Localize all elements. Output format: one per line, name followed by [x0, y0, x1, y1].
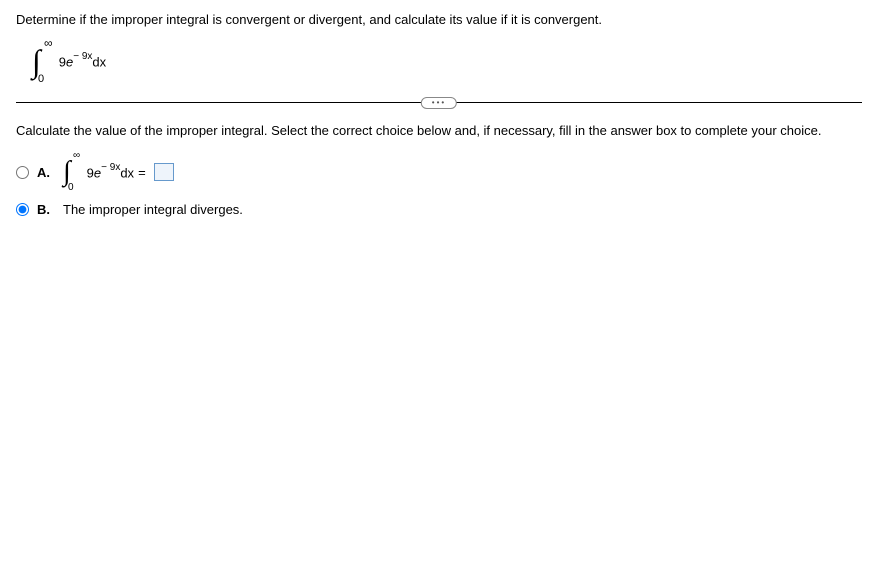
choice-b-radio[interactable]	[16, 203, 29, 216]
choice-a-differential: dx	[120, 165, 134, 180]
question-text: Determine if the improper integral is co…	[16, 12, 862, 27]
choice-b-row: B. The improper integral diverges.	[16, 202, 862, 217]
choice-a-radio[interactable]	[16, 166, 29, 179]
choice-a-integral-sign: ∫ ∞ 0	[63, 158, 71, 186]
choice-b-text: The improper integral diverges.	[63, 202, 243, 217]
integral-lower-limit: 0	[38, 74, 44, 85]
differential: dx	[92, 54, 106, 69]
integral-display: ∫ ∞ 0 9e− 9xdx	[32, 45, 862, 77]
integral-upper-limit: ∞	[44, 37, 53, 49]
integrand: 9e− 9xdx	[59, 53, 106, 69]
equals-sign: =	[138, 165, 146, 180]
choice-a-content: ∫ ∞ 0 9e− 9xdx =	[63, 158, 174, 186]
choice-b-label: B.	[37, 202, 53, 217]
instruction-text: Calculate the value of the improper inte…	[16, 123, 862, 138]
choice-a-coefficient: 9	[87, 165, 94, 180]
choice-b-content: The improper integral diverges.	[63, 202, 243, 217]
ellipsis-icon[interactable]: •••	[421, 97, 457, 109]
choice-a-label: A.	[37, 165, 53, 180]
choice-a-upper-limit: ∞	[73, 151, 80, 161]
answer-input[interactable]	[154, 163, 174, 181]
integral-sign: ∫ ∞ 0	[32, 45, 41, 77]
divider-section: •••	[16, 102, 862, 103]
exponent: − 9x	[73, 51, 92, 62]
choice-a-lower-limit: 0	[68, 183, 74, 193]
choice-a-exponent: − 9x	[101, 162, 120, 173]
choice-a-row: A. ∫ ∞ 0 9e− 9xdx =	[16, 158, 862, 186]
coefficient: 9	[59, 54, 66, 69]
choice-a-integrand: 9e− 9xdx	[87, 164, 134, 180]
